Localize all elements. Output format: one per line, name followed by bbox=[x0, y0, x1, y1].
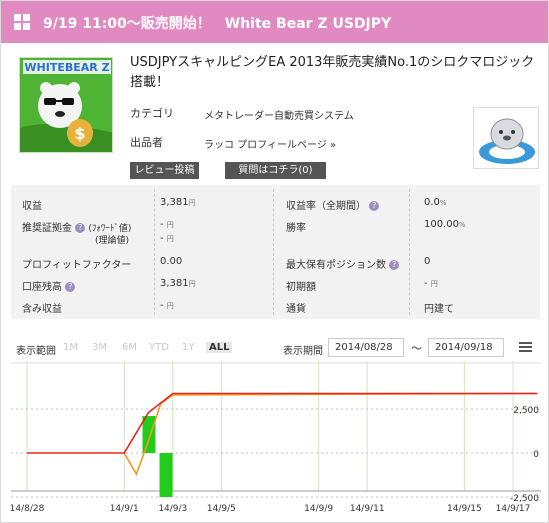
svg-text:WHITEBEAR Z: WHITEBEAR Z bbox=[24, 61, 109, 74]
pf-value: 0.00 bbox=[160, 256, 183, 267]
margin-theory-value: - 円 bbox=[160, 233, 174, 244]
date-separator: ～ bbox=[411, 342, 422, 355]
product-logo-image: $ WHITEBEAR Z bbox=[19, 57, 113, 153]
unrealized-label: 含み収益 bbox=[22, 304, 62, 315]
pf-label: プロフィットファクター bbox=[22, 260, 132, 271]
initial-label: 初期額 bbox=[286, 282, 316, 293]
balance-value: 3,381円 bbox=[160, 278, 196, 289]
margin-sub-label: (理論値) bbox=[95, 236, 130, 246]
range-ytd-button[interactable]: YTD bbox=[149, 342, 169, 353]
x-tick-label: 14/9/11 bbox=[350, 504, 385, 514]
bar bbox=[142, 416, 156, 453]
help-icon: ? bbox=[75, 223, 86, 233]
profit-rate-value: 0.0% bbox=[424, 197, 447, 208]
range-label: 表示範囲 bbox=[16, 346, 56, 357]
x-tick-label: 14/9/9 bbox=[304, 504, 333, 514]
range-3m-button[interactable]: 3M bbox=[92, 342, 107, 353]
x-tick-label: 14/9/17 bbox=[496, 504, 531, 514]
bar bbox=[159, 453, 173, 497]
date-from-input[interactable]: 2014/08/28 bbox=[328, 338, 404, 357]
y-tick-label: 2,500 bbox=[513, 406, 539, 416]
series-line bbox=[123, 392, 538, 476]
winrate-value: 100.00% bbox=[424, 219, 466, 230]
profit-rate-label: 収益率（全期間） ? bbox=[286, 197, 380, 212]
range-all-button[interactable]: ALL bbox=[206, 342, 233, 353]
range-6m-button[interactable]: 6M bbox=[122, 342, 137, 353]
ea-detail-panel: 9/19 11:00～販売開始！ White Bear Z USDJPY $ W… bbox=[0, 0, 549, 523]
x-tick-label: 14/9/15 bbox=[447, 504, 482, 514]
x-tick-label: 14/9/1 bbox=[110, 504, 139, 514]
x-tick-label: 14/8/28 bbox=[10, 504, 45, 514]
balance-label: 口座残高 ? bbox=[22, 278, 76, 293]
period-label: 表示期間 bbox=[283, 346, 323, 357]
grid-icon bbox=[14, 14, 30, 30]
y-tick-label: 0 bbox=[533, 450, 539, 460]
question-button[interactable]: 質問はコチラ(0) bbox=[225, 162, 326, 179]
category-value: メタトレーダー自動売買システム bbox=[204, 111, 354, 122]
profit-label: 収益 bbox=[22, 201, 42, 212]
seller-avatar[interactable] bbox=[473, 107, 539, 169]
review-button[interactable]: レビュー投稿 bbox=[130, 162, 199, 179]
winrate-label: 勝率 bbox=[286, 223, 306, 234]
page-title: 9/19 11:00～販売開始！ White Bear Z USDJPY bbox=[43, 16, 392, 32]
profit-value: 3,381円 bbox=[160, 197, 196, 208]
svg-text:$: $ bbox=[74, 124, 85, 143]
stats-panel: 収益 3,381円 収益率（全期間） ? 0.0% 推奨証拠金 ? (ﾌｫﾜｰﾄ… bbox=[11, 185, 540, 319]
max-position-label: 最大保有ポジション数 ? bbox=[286, 256, 400, 271]
range-1m-button[interactable]: 1M bbox=[63, 342, 78, 353]
date-to-input[interactable]: 2014/09/18 bbox=[428, 338, 504, 357]
seller-label: 出品者 bbox=[130, 136, 163, 149]
x-tick-label: 14/9/3 bbox=[158, 504, 187, 514]
range-1y-button[interactable]: 1Y bbox=[182, 342, 194, 353]
currency-value: 円建て bbox=[424, 304, 454, 315]
category-label: カテゴリ bbox=[130, 107, 174, 120]
currency-label: 通貨 bbox=[286, 304, 306, 315]
seller-profile-link[interactable]: ラッコ プロフィールページ » bbox=[204, 136, 336, 151]
initial-value: - 円 bbox=[424, 278, 438, 289]
unrealized-value: - 円 bbox=[160, 300, 174, 311]
help-icon: ? bbox=[65, 282, 76, 292]
margin-forward-value: - 円 bbox=[160, 219, 174, 230]
help-icon: ? bbox=[389, 260, 400, 270]
equity-chart: 2,500 0 -2,500 14/8/28 14/9/1 14/9/3 14/9/5 14… bbox=[10, 361, 541, 514]
help-icon: ? bbox=[369, 201, 380, 211]
series-line bbox=[27, 392, 538, 454]
product-title: USDJPYスキャルピングEA 2013年販売実績No.1のシロクマロジック搭載… bbox=[130, 55, 535, 90]
x-tick-label: 14/9/5 bbox=[207, 504, 236, 514]
y-tick-label: -2,500 bbox=[510, 494, 539, 504]
chart-menu-icon[interactable] bbox=[519, 342, 532, 353]
max-position-value: 0 bbox=[424, 256, 431, 267]
header-bar: 9/19 11:00～販売開始！ White Bear Z USDJPY bbox=[1, 1, 548, 43]
margin-label: 推奨証拠金 ? (ﾌｫﾜｰﾄﾞ値) bbox=[22, 223, 132, 234]
